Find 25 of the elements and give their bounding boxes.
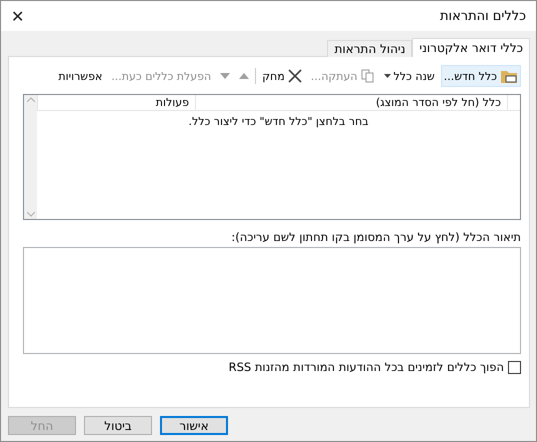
dialog-button[interactable]: אישור: [160, 416, 228, 435]
rss-checkbox[interactable]: [508, 360, 521, 374]
empty-message: בחר בלחצן "כלל חדש" כדי ליצור כלל.: [188, 115, 369, 128]
close-button[interactable]: ✕: [7, 6, 28, 26]
caret-icon: [384, 74, 390, 78]
delete-button[interactable]: מחק: [259, 65, 305, 87]
tab[interactable]: ניהול התראות: [327, 40, 412, 57]
scrollbar[interactable]: [24, 95, 37, 219]
window-title: כללים והתראות: [440, 8, 526, 24]
delete-icon: [288, 69, 302, 83]
down-arrow-icon: [220, 73, 230, 79]
scroll-up-icon[interactable]: [26, 97, 34, 102]
rules-list[interactable]: כלל (חל לפי הסדר המוצג) פעולות בחר בלחצן "כלל חדש" כדי ליצור כלל.: [23, 94, 521, 220]
tab[interactable]: כללי דואר אלקטרוני: [412, 38, 530, 57]
dialog-button[interactable]: ביטול: [84, 416, 152, 435]
up-arrow-icon: [239, 73, 250, 79]
change-rule-button[interactable]: שנה כלל: [380, 65, 438, 87]
options-button[interactable]: אפשרויות: [55, 65, 106, 87]
copy-icon: [360, 69, 374, 83]
description-label: תיאור הכלל (לחץ על ערך המסומן בקו תחתון לשם עריכה):: [230, 230, 521, 244]
new-rule-button[interactable]: כלל חדש...: [440, 65, 521, 87]
column-header[interactable]: כלל (חל לפי הסדר המוצג): [195, 95, 507, 110]
scroll-down-icon[interactable]: [26, 212, 34, 217]
folder-icon: [500, 68, 518, 84]
checkbox-label: הפוך כללים לזמינים בכל ההודעות המורדות מהזנות RSS: [228, 360, 504, 374]
